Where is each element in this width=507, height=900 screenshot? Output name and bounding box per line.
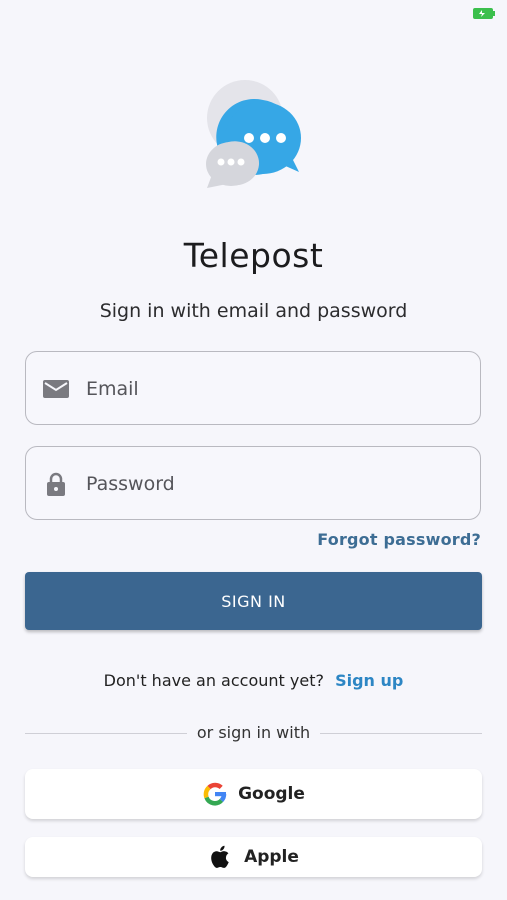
- lock-icon: [47, 472, 65, 496]
- forgot-password-link[interactable]: Forgot password?: [317, 530, 481, 549]
- email-field[interactable]: [25, 351, 481, 426]
- google-signin-button[interactable]: Google: [25, 769, 482, 819]
- google-label: Google: [238, 784, 305, 804]
- signup-row: Don't have an account yet? Sign up: [0, 671, 507, 690]
- divider-line-right: [320, 733, 482, 734]
- apple-signin-button[interactable]: Apple: [25, 837, 482, 877]
- or-divider: or sign in with: [25, 722, 482, 746]
- email-input[interactable]: [84, 352, 468, 426]
- password-input[interactable]: [84, 447, 468, 521]
- signup-prompt: Don't have an account yet?: [103, 671, 324, 690]
- app-title: Telepost: [183, 236, 324, 275]
- signin-subtitle: Sign in with email and password: [99, 300, 408, 322]
- status-bar: [0, 0, 507, 26]
- google-icon: [203, 782, 227, 806]
- chat-bubbles-logo-icon: [206, 80, 301, 188]
- sign-up-link[interactable]: Sign up: [335, 671, 403, 690]
- mail-icon: [43, 380, 69, 398]
- battery-icon: [473, 8, 495, 19]
- apple-icon: [211, 845, 229, 868]
- password-field[interactable]: [25, 446, 481, 521]
- apple-label: Apple: [244, 847, 299, 867]
- sign-in-button[interactable]: SIGN IN: [25, 572, 482, 630]
